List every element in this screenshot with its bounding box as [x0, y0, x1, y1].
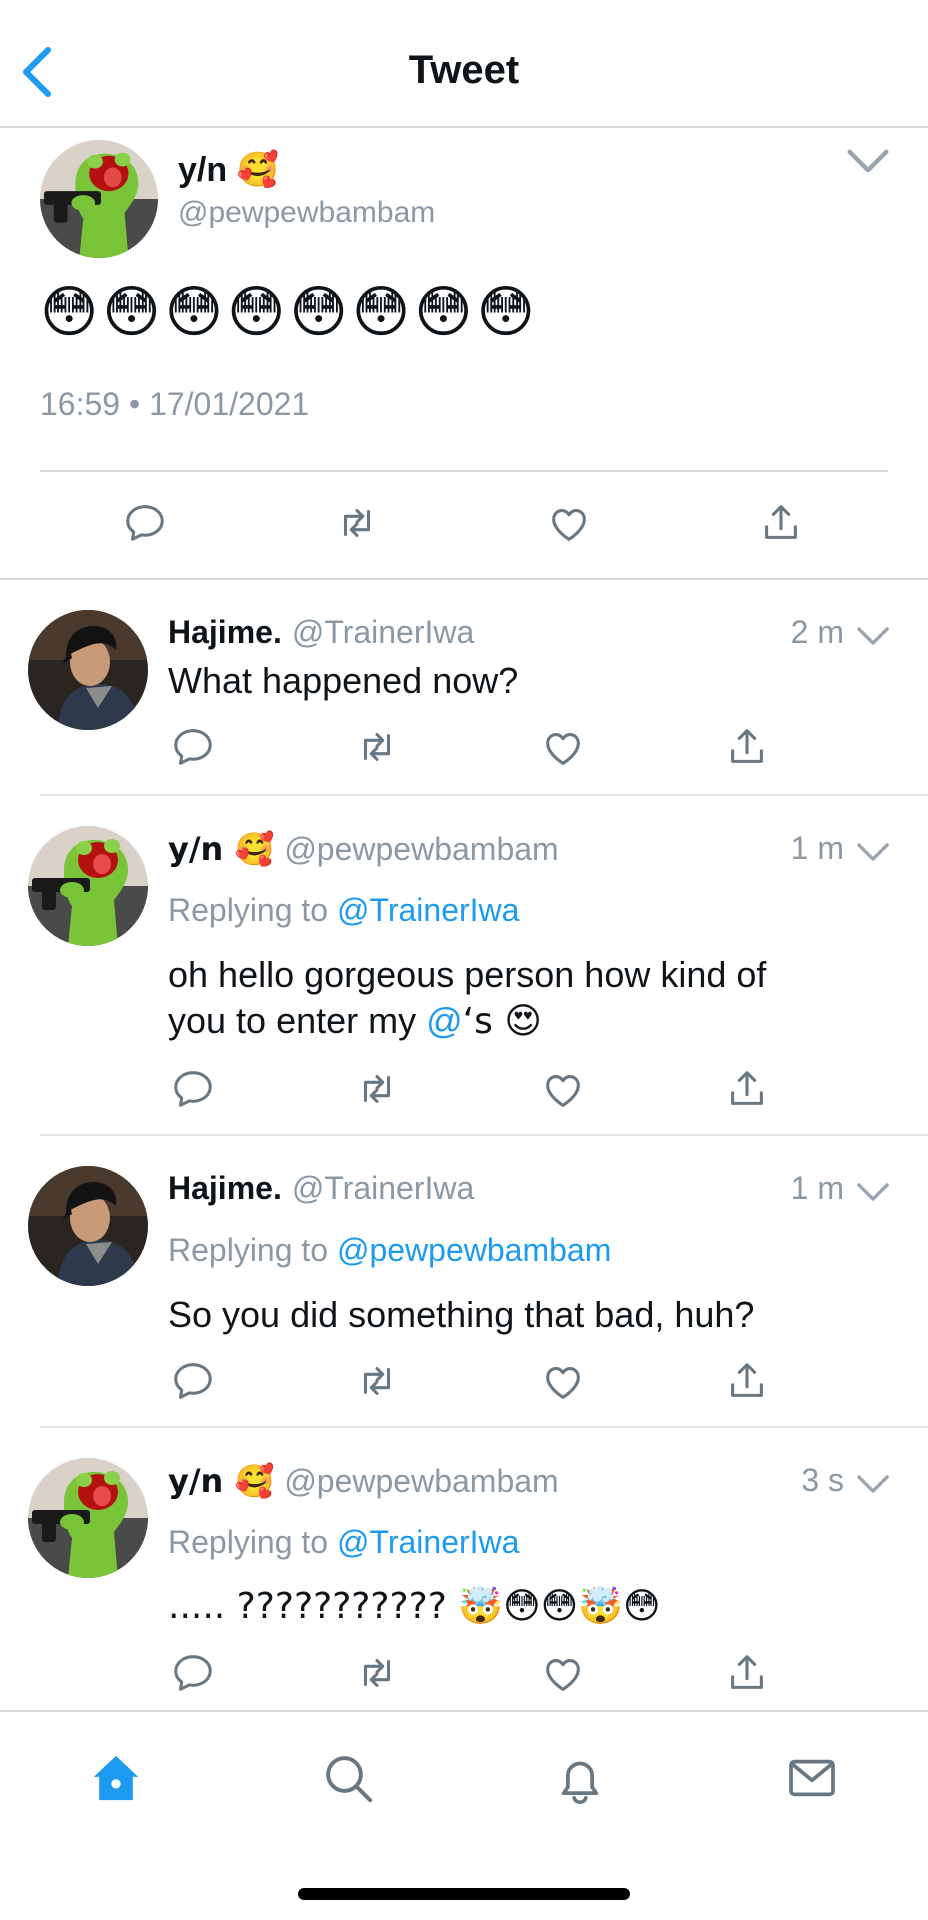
avatar[interactable]: [28, 610, 148, 730]
replying-to: Replying to @pewpewbambam: [168, 1232, 612, 1268]
reply-text: What happened now?: [168, 660, 519, 701]
reply-text: So you did something that bad, huh?: [168, 1294, 755, 1335]
tweet-timestamp: 16:59 • 17/01/2021: [40, 386, 310, 422]
reply-actions: [0, 1650, 928, 1696]
reply-handle: @pewpewbambam: [284, 831, 559, 867]
like-icon[interactable]: [540, 1358, 586, 1404]
like-icon[interactable]: [540, 1650, 586, 1696]
reply-tweet[interactable]: y/n 🥰 @pewpewbambam 3 s Replying to @Trai…: [0, 1428, 928, 1708]
main-tweet: y/n 🥰 @pewpewbambam 😳😳😳😳😳😳😳😳 16:59 • 17/…: [0, 130, 928, 580]
page-title: Tweet: [408, 48, 520, 92]
avatar[interactable]: [28, 1458, 148, 1578]
retweet-icon[interactable]: [354, 1066, 400, 1112]
like-icon[interactable]: [540, 724, 586, 770]
reply-text: oh hello gorgeous person how kind of you …: [168, 954, 767, 1042]
replying-to: Replying to @TrainerIwa: [168, 892, 520, 928]
reply-handle: @TrainerIwa: [291, 1170, 475, 1206]
reply-handle: @TrainerIwa: [291, 614, 475, 650]
reply-author[interactable]: Hajime. @TrainerIwa: [168, 614, 474, 651]
avatar[interactable]: [28, 826, 148, 946]
reply-tweet[interactable]: Hajime. @TrainerIwa 1 m Replying to @pewp…: [0, 1136, 928, 1428]
reply-icon[interactable]: [170, 1358, 216, 1404]
replying-to: Replying to @TrainerIwa: [168, 1524, 520, 1560]
reply-time: 1 m: [790, 1170, 844, 1206]
reply-author[interactable]: Hajime. @TrainerIwa: [168, 1170, 474, 1207]
search-icon[interactable]: [320, 1750, 376, 1806]
reply-icon[interactable]: [170, 724, 216, 770]
reply-time: 2 m: [790, 614, 844, 650]
reply-icon[interactable]: [170, 1650, 216, 1696]
messages-icon[interactable]: [784, 1750, 840, 1806]
author-handle[interactable]: @pewpewbambam: [178, 196, 435, 230]
reply-actions: [0, 724, 928, 770]
chevron-down-icon[interactable]: [846, 146, 890, 176]
reply-time: 1 m: [790, 830, 844, 866]
reply-tweet[interactable]: Hajime. @TrainerIwa 2 m What happened now…: [0, 582, 928, 796]
share-icon[interactable]: [724, 1066, 770, 1112]
mention-link[interactable]: @TrainerIwa: [337, 1524, 519, 1560]
reply-text: ..... ??????????? 🤯😳😳🤯😳: [168, 1586, 661, 1627]
like-icon[interactable]: [546, 500, 592, 546]
share-icon[interactable]: [758, 500, 804, 546]
retweet-icon[interactable]: [354, 724, 400, 770]
mention-link[interactable]: @: [426, 1000, 463, 1041]
tweet-text: 😳😳😳😳😳😳😳😳: [40, 280, 540, 345]
reply-icon[interactable]: [122, 500, 168, 546]
avatar[interactable]: [28, 1166, 148, 1286]
retweet-icon[interactable]: [354, 1358, 400, 1404]
share-icon[interactable]: [724, 1650, 770, 1696]
chevron-down-icon[interactable]: [856, 1472, 890, 1496]
top-bar: Tweet: [0, 0, 928, 128]
retweet-icon[interactable]: [354, 1650, 400, 1696]
reply-author[interactable]: y/n 🥰 @pewpewbambam: [168, 830, 559, 868]
reply-tweet[interactable]: y/n 🥰 @pewpewbambam 1 m Replying to @Trai…: [0, 796, 928, 1136]
home-indicator: [298, 1888, 630, 1900]
reply-icon[interactable]: [170, 1066, 216, 1112]
like-icon[interactable]: [540, 1066, 586, 1112]
chevron-down-icon[interactable]: [856, 624, 890, 648]
reply-author[interactable]: y/n 🥰 @pewpewbambam: [168, 1462, 559, 1500]
reply-handle: @pewpewbambam: [284, 1463, 559, 1499]
reply-time: 3 s: [801, 1462, 844, 1498]
chevron-down-icon[interactable]: [856, 840, 890, 864]
tweet-actions: [0, 500, 928, 550]
share-icon[interactable]: [724, 1358, 770, 1404]
home-icon[interactable]: [88, 1750, 144, 1806]
author-name[interactable]: y/n 🥰: [178, 150, 279, 190]
chevron-down-icon[interactable]: [856, 1180, 890, 1204]
divider: [40, 470, 888, 472]
notifications-icon[interactable]: [552, 1750, 608, 1806]
avatar[interactable]: [40, 140, 158, 258]
reply-actions: [0, 1066, 928, 1112]
reply-actions: [0, 1358, 928, 1404]
mention-link[interactable]: @pewpewbambam: [337, 1232, 611, 1268]
share-icon[interactable]: [724, 724, 770, 770]
retweet-icon[interactable]: [334, 500, 380, 546]
mention-link[interactable]: @TrainerIwa: [337, 892, 519, 928]
